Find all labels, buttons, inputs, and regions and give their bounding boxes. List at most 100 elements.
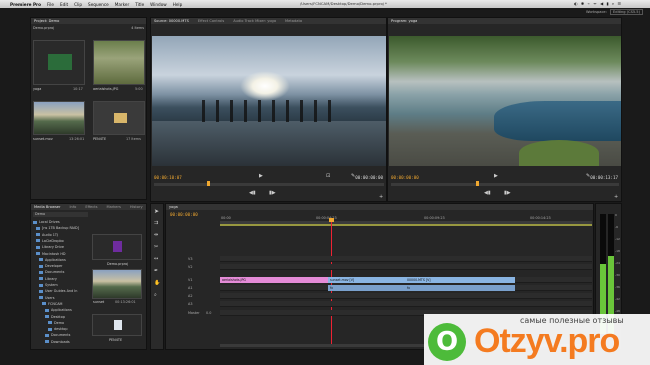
thumb-pen4te-label: PEN4TE: [93, 137, 107, 141]
tab-markers[interactable]: Markers: [107, 205, 121, 209]
tab-info[interactable]: Info: [70, 205, 77, 209]
tree-item[interactable]: System: [39, 283, 58, 287]
menu-sequence[interactable]: Sequence: [88, 2, 109, 7]
program-play-button[interactable]: ▶: [494, 173, 498, 179]
zoom-icon[interactable]: ⌕: [154, 292, 157, 298]
thumb-demo-prproj[interactable]: [92, 234, 142, 260]
clip-aerialshots[interactable]: aerialshots.JPG: [220, 277, 328, 283]
menu-clip[interactable]: Clip: [74, 2, 82, 7]
program-timebar[interactable]: [391, 183, 619, 186]
step-back-icon[interactable]: ◀▮: [249, 190, 256, 196]
thumb-media-sunset[interactable]: [92, 269, 142, 299]
tree-item-label: [ns 1TB Backup RAID]: [42, 226, 79, 231]
selection-tool-icon[interactable]: ➤: [154, 208, 159, 215]
add-button-icon[interactable]: +: [379, 194, 383, 200]
source-timecode-in[interactable]: 00:00:10:07: [154, 175, 182, 180]
track-label[interactable]: V2: [188, 265, 192, 269]
work-area-bar[interactable]: [220, 224, 592, 226]
source-timebar[interactable]: [154, 183, 384, 186]
tab-media-browser[interactable]: Media Browser: [34, 205, 61, 209]
tab-metadata[interactable]: Metadata: [285, 19, 302, 23]
program-timecode-dur: 00:00:13:17: [590, 175, 618, 180]
tree-item[interactable]: Documents: [45, 333, 70, 337]
menu-window[interactable]: Window: [150, 2, 167, 7]
track-label[interactable]: V3: [188, 257, 192, 261]
tree-item[interactable]: Local Drives: [33, 220, 60, 224]
program-timecode[interactable]: 00:00:00:00: [391, 175, 419, 180]
tab-effect-controls[interactable]: Effect Controls: [198, 19, 224, 23]
menu-marker[interactable]: Marker: [115, 2, 129, 7]
track-label[interactable]: A3: [188, 302, 192, 306]
ripple-edit-icon[interactable]: ⇹: [154, 232, 158, 238]
menu-edit[interactable]: Edit: [60, 2, 68, 7]
tree-item[interactable]: Demo: [48, 321, 64, 325]
source-playhead[interactable]: [207, 181, 210, 186]
clip-sunset-audio[interactable]: fx: [328, 285, 405, 291]
track-label[interactable]: A2: [188, 294, 192, 298]
drive-select[interactable]: Demo: [33, 212, 88, 217]
slip-icon[interactable]: ↔: [154, 256, 158, 262]
razor-icon[interactable]: ✂: [154, 244, 158, 250]
tree-item[interactable]: Applications: [45, 308, 72, 312]
track-label[interactable]: A1: [188, 286, 192, 290]
menu-title[interactable]: Title: [135, 2, 144, 7]
window-title: /Users/FCNCAM/Desktop/Demo/Demo.prproj *: [300, 1, 387, 6]
tree-item[interactable]: Users: [39, 296, 55, 300]
clip-sunset[interactable]: sunset.mov [V]: [328, 277, 405, 283]
menu-help[interactable]: Help: [173, 2, 183, 7]
watermark: самые полезные отзывы O Otzyv.pro: [424, 314, 650, 365]
pen-icon[interactable]: ✒: [154, 268, 158, 274]
program-wrench-icon[interactable]: ✎: [586, 173, 590, 179]
wrench-icon[interactable]: ✎: [351, 173, 355, 179]
tab-source[interactable]: Source: 00000.MTS: [154, 19, 189, 23]
source-monitor: Source: 00000.MTS Effect Controls Audio …: [150, 17, 387, 202]
tree-item[interactable]: Library Drive: [36, 245, 64, 249]
project-file: Demo.prproj: [33, 26, 55, 30]
menu-file[interactable]: File: [47, 2, 54, 7]
tree-item-label: Applications: [45, 257, 66, 262]
thumb-aerialshots[interactable]: [93, 40, 145, 85]
tree-item[interactable]: desktop: [48, 327, 68, 331]
tab-sequence-yoga[interactable]: yoga: [169, 205, 178, 209]
tab-audio-mixer[interactable]: Audio Track Mixer: yoga: [233, 19, 276, 23]
playhead-handle[interactable]: [329, 218, 334, 222]
thumb-media-pen4te[interactable]: [92, 314, 142, 336]
track-label[interactable]: Master: [188, 311, 200, 315]
menu-app[interactable]: Premiere Pro: [10, 2, 41, 7]
clip-00000[interactable]: 00000.MTS [V]: [405, 277, 515, 283]
tab-history[interactable]: History: [130, 205, 143, 209]
thumb-yoga[interactable]: [33, 40, 85, 85]
tree-item[interactable]: LaCieDropbo: [36, 239, 64, 243]
tree-item[interactable]: Desktop: [45, 315, 65, 319]
tree-item[interactable]: FCNCAM: [42, 302, 62, 306]
thumb-pen4te[interactable]: [93, 101, 145, 135]
track-label[interactable]: V1: [188, 278, 192, 282]
tree-item[interactable]: [ns 1TB Backup RAID]: [36, 226, 79, 230]
tab-effects[interactable]: Effects: [85, 205, 97, 209]
tree-item[interactable]: Macintosh HD: [36, 252, 66, 256]
timeline-timecode[interactable]: 00:00:00:00: [170, 212, 198, 217]
program-playhead[interactable]: [476, 181, 479, 186]
tree-item[interactable]: Library: [39, 277, 57, 281]
master-volume[interactable]: 0.0: [206, 311, 211, 315]
insert-icon[interactable]: ⊡: [326, 173, 330, 179]
workspace-selector[interactable]: Workspace: Editing (CS5.5): [586, 9, 643, 15]
tree-item[interactable]: Developer: [39, 264, 62, 268]
tab-project[interactable]: Project: Demo: [34, 19, 59, 23]
tree-item[interactable]: User Guides And In: [39, 289, 77, 293]
play-button[interactable]: ▶: [259, 173, 263, 179]
tab-program[interactable]: Program: yoga: [391, 19, 417, 23]
program-step-fwd-icon[interactable]: ▮▶: [504, 190, 511, 196]
clip-00000-audio[interactable]: fx: [405, 285, 515, 291]
track-select-icon[interactable]: ⇉: [154, 220, 158, 226]
program-add-button-icon[interactable]: +: [614, 194, 618, 200]
tree-item[interactable]: Documents: [39, 270, 64, 274]
hand-icon[interactable]: ✋: [154, 280, 160, 286]
step-fwd-icon[interactable]: ▮▶: [269, 190, 276, 196]
tree-item-label: desktop: [54, 327, 68, 332]
tree-item[interactable]: Audio 1TJ: [36, 233, 58, 237]
tree-item[interactable]: Applications: [39, 258, 66, 262]
program-step-back-icon[interactable]: ◀▮: [484, 190, 491, 196]
thumb-sunset[interactable]: [33, 101, 85, 135]
tree-item[interactable]: Downloads: [45, 340, 70, 344]
